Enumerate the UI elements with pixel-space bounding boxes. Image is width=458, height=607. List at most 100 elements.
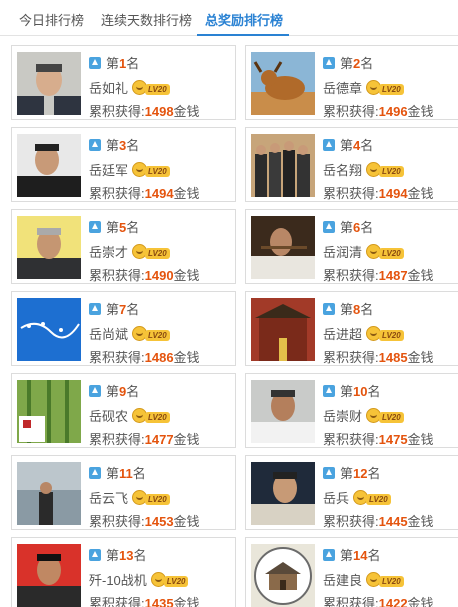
total-earned: 累积获得:1496金钱 [323,104,434,119]
tab-total-reward-ranking[interactable]: 总奖励排行榜 [205,10,283,29]
level-badge-icon: LV20 [366,244,408,260]
rank-label: 第14名 [323,545,381,564]
earned-amount: 1422 [378,596,408,607]
total-earned: 累积获得:1486金钱 [89,350,200,365]
total-earned: 累积获得:1445金钱 [323,514,434,529]
total-earned: 累积获得:1498金钱 [89,104,200,119]
avatar[interactable] [251,216,315,279]
earned-amount: 1435 [144,596,174,607]
user-name[interactable]: 岳进超 [323,327,362,342]
user-name[interactable]: 岳德章 [323,81,362,96]
avatar[interactable] [17,52,81,115]
rank-number: 14 [353,548,368,563]
user-name[interactable]: 岳崇才 [89,245,128,260]
rank-icon [323,57,335,69]
avatar[interactable] [251,134,315,197]
earned-amount: 1453 [144,514,174,529]
rank-label: 第11名 [89,463,146,482]
user-name[interactable]: 岳润清 [323,245,362,260]
rank-icon [89,549,101,561]
level-badge-icon: LV20 [366,162,408,178]
avatar[interactable] [17,134,81,197]
rank-label: 第4名 [323,135,373,154]
user-name[interactable]: 岳名翔 [323,163,362,178]
ranking-card: 第12名 岳兵 LV20 累积获得:1445金钱 [245,455,458,530]
rank-number: 12 [353,466,368,481]
rank-number: 11 [119,466,133,481]
level-badge-icon: LV20 [132,244,174,260]
rank-icon [323,467,335,479]
earned-amount: 1475 [378,432,408,447]
earned-amount: 1494 [378,186,408,201]
rank-icon [89,139,101,151]
avatar[interactable] [17,544,81,607]
level-badge-icon: LV20 [366,80,408,96]
rank-icon [89,467,101,479]
total-earned: 累积获得:1453金钱 [89,514,200,529]
total-earned: 累积获得:1435金钱 [89,593,200,607]
ranking-tabs: 今日排行榜 连续天数排行榜 总奖励排行榜 [0,0,458,36]
rank-label: 第7名 [89,299,139,318]
avatar[interactable] [251,298,315,361]
level-badge-icon: LV20 [366,572,408,588]
avatar[interactable] [251,462,315,525]
rank-label: 第8名 [323,299,373,318]
rank-label: 第1名 [89,53,139,72]
rank-icon [323,385,335,397]
rank-label: 第12名 [323,463,381,482]
user-name[interactable]: 岳建良 [323,573,362,588]
total-earned: 累积获得:1494金钱 [89,186,200,201]
level-badge-icon: LV20 [353,490,395,506]
rank-icon [323,303,335,315]
rank-icon [323,139,335,151]
level-badge-icon: LV20 [150,572,193,588]
total-earned: 累积获得:1475金钱 [323,432,434,447]
ranking-card: 第4名 岳名翔 LV20 累积获得:1494金钱 [245,127,458,202]
user-name[interactable]: 岳兵 [323,491,349,506]
earned-amount: 1490 [144,268,174,283]
avatar[interactable] [17,380,81,443]
user-name[interactable]: 岳尚斌 [89,327,128,342]
rank-label: 第6名 [323,217,373,236]
user-name[interactable]: 岳砚农 [89,409,128,424]
ranking-card: 第14名 岳建良 LV20 累积获得:1422金钱 [245,537,458,607]
rank-label: 第13名 [89,545,147,564]
total-earned: 累积获得:1477金钱 [89,432,200,447]
rank-label: 第3名 [89,135,139,154]
tab-streak-ranking[interactable]: 连续天数排行榜 [101,10,192,29]
earned-amount: 1477 [144,432,174,447]
rank-label: 第10名 [323,381,381,400]
rank-label: 第5名 [89,217,139,236]
avatar[interactable] [251,52,315,115]
rank-label: 第9名 [89,381,139,400]
avatar[interactable] [17,462,81,525]
ranking-card: 第7名 岳尚斌 LV20 累积获得:1486金钱 [11,291,236,366]
user-name[interactable]: 岳云飞 [89,491,128,506]
earned-amount: 1486 [144,350,174,365]
rank-icon [89,303,101,315]
avatar[interactable] [251,544,315,607]
tab-today-ranking[interactable]: 今日排行榜 [19,10,84,29]
user-name[interactable]: 岳廷军 [89,163,128,178]
avatar[interactable] [251,380,315,443]
avatar[interactable] [17,216,81,279]
ranking-card: 第10名 岳崇财 LV20 累积获得:1475金钱 [245,373,458,448]
total-earned: 累积获得:1422金钱 [323,593,434,607]
user-name[interactable]: 岳如礼 [89,81,128,96]
rank-label: 第2名 [323,53,373,72]
earned-amount: 1487 [378,268,408,283]
level-badge-icon: LV20 [366,408,408,424]
earned-amount: 1485 [378,350,408,365]
level-badge-icon: LV20 [132,408,174,424]
ranking-card: 第6名 岳润清 LV20 累积获得:1487金钱 [245,209,458,284]
avatar[interactable] [17,298,81,361]
ranking-card: 第11名 岳云飞 LV20 累积获得:1453金钱 [11,455,236,530]
rank-icon [89,57,101,69]
rank-icon [89,221,101,233]
ranking-card: 第8名 岳进超 LV20 累积获得:1485金钱 [245,291,458,366]
rank-icon [323,549,335,561]
earned-amount: 1494 [144,186,174,201]
user-name[interactable]: 歼-10战机 [89,573,147,588]
total-earned: 累积获得:1487金钱 [323,268,434,283]
user-name[interactable]: 岳崇财 [323,409,362,424]
